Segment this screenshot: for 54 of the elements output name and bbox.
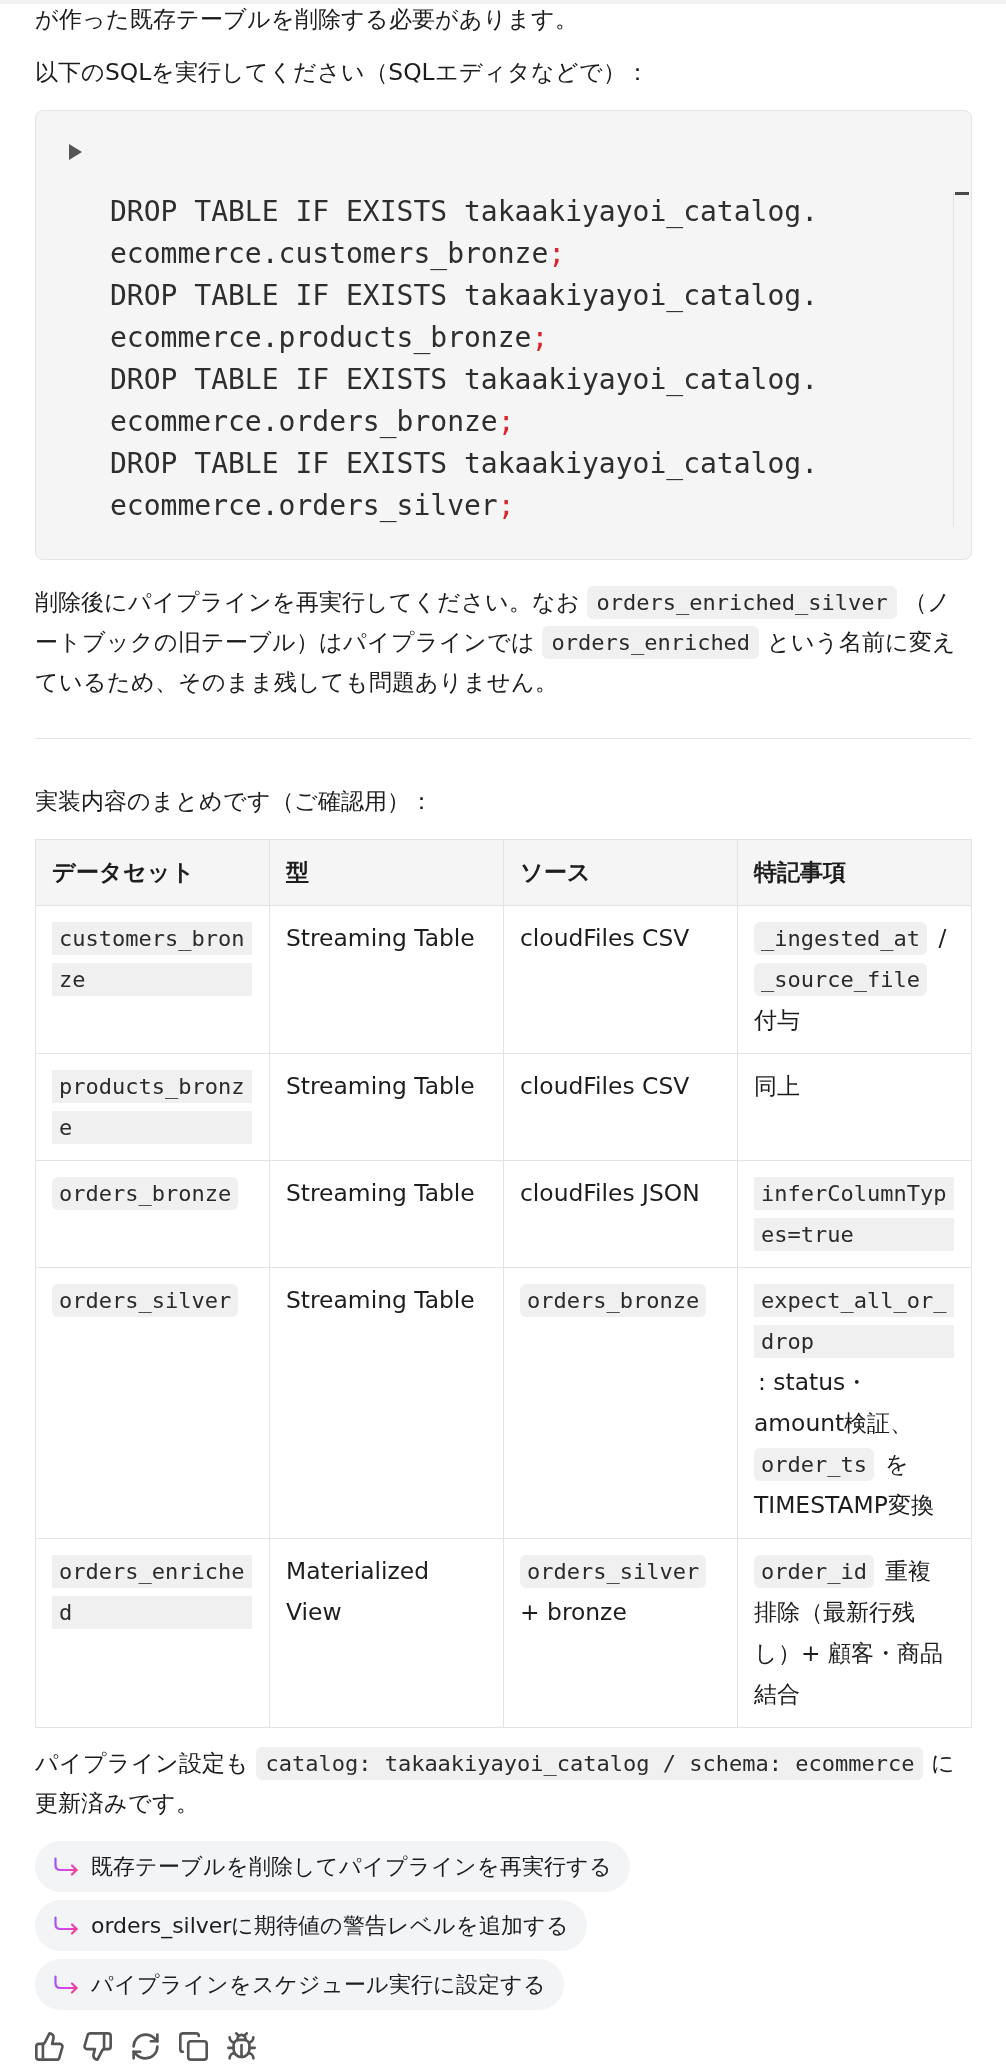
play-icon[interactable] [69, 144, 82, 160]
code-line: DROP TABLE IF EXISTS takaakiyayoi_catalog. [110, 362, 818, 398]
column-header: データセット [35, 839, 270, 906]
message-text: 実装内容のまとめです（ご確認用）： [35, 786, 433, 817]
message-text: 削除後にパイプラインを再実行してください。なお orders_enriched_silver （ノートブックの旧テーブル）はパイプラインでは orders_enriched という名前に変えているため、そのまま残しても問題ありません。 [35, 585, 957, 698]
thumbs-down-icon[interactable] [83, 2032, 112, 2061]
suggestion-button[interactable]: orders_silverに期待値の警告レベルを追加する [35, 1900, 588, 1951]
code-line: ecommerce.orders_silver; [110, 488, 515, 524]
code-line: DROP TABLE IF EXISTS takaakiyayoi_catalog. [110, 278, 818, 314]
scrollbar[interactable] [953, 192, 969, 527]
table-cell: cloudFiles JSON [503, 1160, 738, 1268]
table-cell: Streaming Table [269, 1160, 504, 1268]
inline-code: orders_bronze [52, 1177, 239, 1210]
thumbs-up-icon[interactable] [35, 2032, 64, 2061]
column-header: ソース [503, 839, 738, 906]
inline-code: catalog: takaakiyayoi_catalog / schema: ecommerce [256, 1747, 924, 1780]
table-cell: order_id 重複排除（最新行残し）+ 顧客・商品結合 [737, 1538, 972, 1728]
column-header: 型 [269, 839, 504, 906]
message-text: パイプライン設定も catalog: takaakiyayoi_catalog / schema: ecommerce に更新済みです。 [35, 1746, 956, 1819]
inline-code: orders_enriched_silver [587, 586, 897, 619]
table-cell: cloudFiles CSV [503, 1053, 738, 1161]
copy-icon[interactable] [179, 2032, 208, 2061]
code-line: ecommerce.customers_bronze; [110, 236, 566, 272]
suggestion-button[interactable]: パイプラインをスケジュール実行に設定する [35, 1959, 564, 2010]
inline-code: order_id [754, 1555, 874, 1588]
code-line: ecommerce.orders_bronze; [110, 404, 515, 440]
table-cell: Streaming Table [269, 905, 504, 1054]
table-cell: _ingested_at / _source_file 付与 [737, 905, 972, 1054]
table-cell: Materialized View [269, 1538, 504, 1728]
inline-code: _source_file [754, 963, 927, 996]
refresh-icon[interactable] [131, 2032, 160, 2061]
inline-code: order_ts [754, 1448, 874, 1481]
curved-arrow-icon [53, 1916, 79, 1935]
curved-arrow-icon [53, 1857, 79, 1876]
code-line: DROP TABLE IF EXISTS takaakiyayoi_catalog. [110, 446, 818, 482]
table-cell: Streaming Table [269, 1267, 504, 1539]
message-text: 以下のSQLを実行してください（SQLエディタなどで）： [35, 57, 649, 88]
table-cell: orders_silver + bronze [503, 1538, 738, 1728]
column-header: 特記事項 [737, 839, 972, 906]
table-cell: cloudFiles CSV [503, 905, 738, 1054]
table-cell: expect_all_or_drop : status・amount検証、 order_ts をTIMESTAMP変換 [737, 1267, 972, 1539]
bug-icon[interactable] [227, 2032, 256, 2061]
code-line: DROP TABLE IF EXISTS takaakiyayoi_catalog. [110, 194, 818, 230]
inline-code: orders_enriched [542, 626, 760, 659]
inline-code: orders_silver [52, 1284, 239, 1317]
curved-arrow-icon [53, 1975, 79, 1994]
code-line: ecommerce.products_bronze; [110, 320, 549, 356]
inline-code: _ingested_at [754, 922, 927, 955]
suggestion-button[interactable]: 既存テーブルを削除してパイプラインを再実行する [35, 1841, 630, 1892]
table-cell: 同上 [737, 1053, 972, 1161]
inline-code: orders_silver [520, 1555, 707, 1588]
message-text: が作った既存テーブルを削除する必要があります。 [35, 4, 578, 34]
inline-code: orders_bronze [520, 1284, 707, 1317]
table-cell: Streaming Table [269, 1053, 504, 1161]
